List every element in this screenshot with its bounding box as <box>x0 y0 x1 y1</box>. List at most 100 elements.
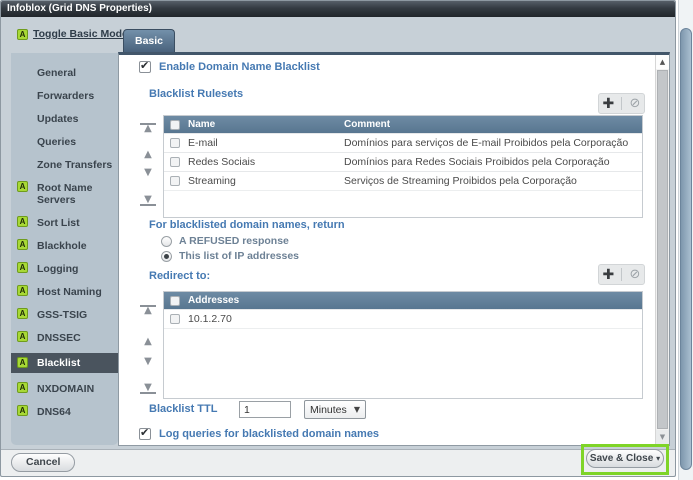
dialog-titlebar[interactable]: Infoblox (Grid DNS Properties) <box>1 1 675 17</box>
table-row[interactable]: Redes Sociais Domínios para Redes Sociai… <box>164 152 642 171</box>
redirect-move-bottom-button[interactable]: ▼ <box>140 383 156 394</box>
sidebar-item-updates[interactable]: Updates <box>11 109 118 129</box>
log-queries-checkbox[interactable] <box>139 428 151 440</box>
toolbar-divider <box>621 268 622 281</box>
row-checkbox[interactable] <box>170 176 180 186</box>
radio-icon[interactable] <box>161 236 172 247</box>
sidebar-item-blacklist[interactable]: A Blacklist <box>11 353 118 373</box>
row-checkbox[interactable] <box>170 157 180 167</box>
table-row[interactable]: 10.1.2.70 <box>164 309 642 328</box>
advanced-badge-icon: A <box>17 405 28 416</box>
row-checkbox[interactable] <box>170 314 180 324</box>
ip-list-option[interactable]: This list of IP addresses <box>161 250 299 262</box>
sidebar-item-label: DNSSEC <box>37 332 81 344</box>
disable-ruleset-icon[interactable]: ⊘ <box>630 95 641 113</box>
ttl-unit-select[interactable]: Minutes ▼ <box>304 400 366 419</box>
column-header-comment[interactable]: Comment <box>344 119 642 130</box>
sidebar-item-label: Blackhole <box>37 240 87 252</box>
ruleset-name: Redes Sociais <box>186 156 344 168</box>
chevron-down-icon: ▾ <box>656 454 660 463</box>
advanced-badge-icon: A <box>17 216 28 227</box>
return-section-label: For blacklisted domain names, return <box>149 219 345 231</box>
sidebar-item-label: Blacklist <box>37 357 80 369</box>
table-row[interactable]: E-mail Domínios para serviços de E-mail … <box>164 133 642 152</box>
table-empty-area <box>164 190 642 217</box>
radio-selected-icon[interactable] <box>161 251 172 262</box>
redirect-table: Addresses 10.1.2.70 <box>163 291 643 399</box>
row-checkbox[interactable] <box>170 138 180 148</box>
save-close-highlight-annotation: Save & Close ▾ <box>581 444 669 475</box>
redirect-move-up-button[interactable]: ▲ <box>140 337 156 347</box>
tab-basic[interactable]: Basic <box>123 29 175 53</box>
ttl-value-input[interactable] <box>239 401 291 418</box>
sidebar-item-label: NXDOMAIN <box>37 383 94 395</box>
sidebar-item-gss-tsig[interactable]: AGSS-TSIG <box>11 305 118 325</box>
sidebar-item-forwarders[interactable]: Forwarders <box>11 86 118 106</box>
advanced-badge-icon: A <box>17 285 28 296</box>
page-scrollbar[interactable] <box>678 0 693 480</box>
toolbar-divider <box>621 97 622 110</box>
rulesets-move-down-button[interactable]: ▼ <box>140 168 156 178</box>
sidebar-item-zone-transfers[interactable]: Zone Transfers <box>11 155 118 175</box>
dialog-footer: Cancel <box>1 449 675 476</box>
enable-blacklist-label: Enable Domain Name Blacklist <box>159 61 320 73</box>
sidebar-item-queries[interactable]: Queries <box>11 132 118 152</box>
rulesets-move-up-button[interactable]: ▲ <box>140 150 156 160</box>
sidebar-item-logging[interactable]: ALogging <box>11 259 118 279</box>
grid-dns-properties-dialog: Infoblox (Grid DNS Properties) A Toggle … <box>0 0 676 477</box>
scroll-up-icon[interactable]: ▲ <box>656 55 669 69</box>
refused-response-option[interactable]: A REFUSED response <box>161 235 289 247</box>
advanced-badge-icon: A <box>17 181 28 192</box>
dialog-title: Infoblox (Grid DNS Properties) <box>7 3 152 14</box>
advanced-badge-icon: A <box>17 382 28 393</box>
sidebar-item-label: DNS64 <box>37 406 71 418</box>
add-ruleset-icon[interactable]: ✚ <box>603 95 615 113</box>
cancel-button[interactable]: Cancel <box>11 453 75 472</box>
content-panel: Enable Domain Name Blacklist Blacklist R… <box>118 52 670 446</box>
scroll-down-icon[interactable]: ▼ <box>656 430 669 445</box>
save-close-button[interactable]: Save & Close ▾ <box>586 449 664 468</box>
sidebar-item-blackhole[interactable]: A Blackhole <box>11 236 118 256</box>
advanced-badge-icon: A <box>17 331 28 342</box>
select-all-addresses-checkbox[interactable] <box>170 296 180 306</box>
advanced-badge-icon: A <box>17 239 28 250</box>
sidebar-item-host-naming[interactable]: A Host Naming <box>11 282 118 302</box>
enable-blacklist-checkbox[interactable] <box>139 61 151 73</box>
ttl-unit-value: Minutes <box>310 404 347 416</box>
sidebar-item-dnssec[interactable]: A DNSSEC <box>11 328 118 348</box>
sidebar-item-label: Updates <box>37 113 78 125</box>
advanced-badge-icon: A <box>17 357 28 368</box>
scrollbar-thumb[interactable] <box>657 70 668 429</box>
disable-address-icon[interactable]: ⊘ <box>630 266 641 284</box>
sidebar-item-root-name-servers[interactable]: ARoot Name Servers <box>11 178 118 210</box>
redirect-move-down-button[interactable]: ▼ <box>140 357 156 367</box>
sidebar-item-sort-list[interactable]: A Sort List <box>11 213 118 233</box>
advanced-badge-icon: A <box>17 308 28 319</box>
chevron-down-icon: ▼ <box>354 405 360 414</box>
rulesets-move-top-button[interactable]: ▲ <box>140 123 156 134</box>
rulesets-move-bottom-button[interactable]: ▼ <box>140 195 156 206</box>
sidebar-item-dns64[interactable]: A DNS64 <box>11 402 118 422</box>
redirect-move-top-button[interactable]: ▲ <box>140 305 156 316</box>
sidebar-item-label: Host Naming <box>37 286 102 298</box>
sidebar-item-label: Forwarders <box>37 90 94 102</box>
select-all-rulesets-checkbox[interactable] <box>170 120 180 130</box>
sidebar-item-nxdomain[interactable]: A NXDOMAIN <box>11 379 118 399</box>
redirect-table-header: Addresses <box>164 292 642 309</box>
sidebar-item-label: Sort List <box>37 217 80 229</box>
rulesets-table: Name Comment E-mail Domínios para serviç… <box>163 115 643 218</box>
toggle-basic-mode-link[interactable]: A Toggle Basic Mode <box>17 28 128 40</box>
column-header-addresses[interactable]: Addresses <box>186 295 344 306</box>
ruleset-comment: Domínios para serviços de E-mail Proibid… <box>344 137 642 149</box>
table-row[interactable]: Streaming Serviços de Streaming Proibido… <box>164 171 642 190</box>
screen: Infoblox (Grid DNS Properties) A Toggle … <box>0 0 693 480</box>
add-address-icon[interactable]: ✚ <box>603 266 615 284</box>
page-scrollbar-thumb[interactable] <box>680 28 692 470</box>
sidebar-item-label: Logging <box>37 263 78 275</box>
advanced-badge-icon: A <box>17 29 28 40</box>
blacklist-rulesets-label: Blacklist Rulesets <box>149 88 243 100</box>
ruleset-name: E-mail <box>186 137 344 149</box>
content-scrollbar[interactable]: ▲ ▼ <box>655 55 669 445</box>
column-header-name[interactable]: Name <box>186 119 344 130</box>
sidebar-item-general[interactable]: General <box>11 63 118 83</box>
